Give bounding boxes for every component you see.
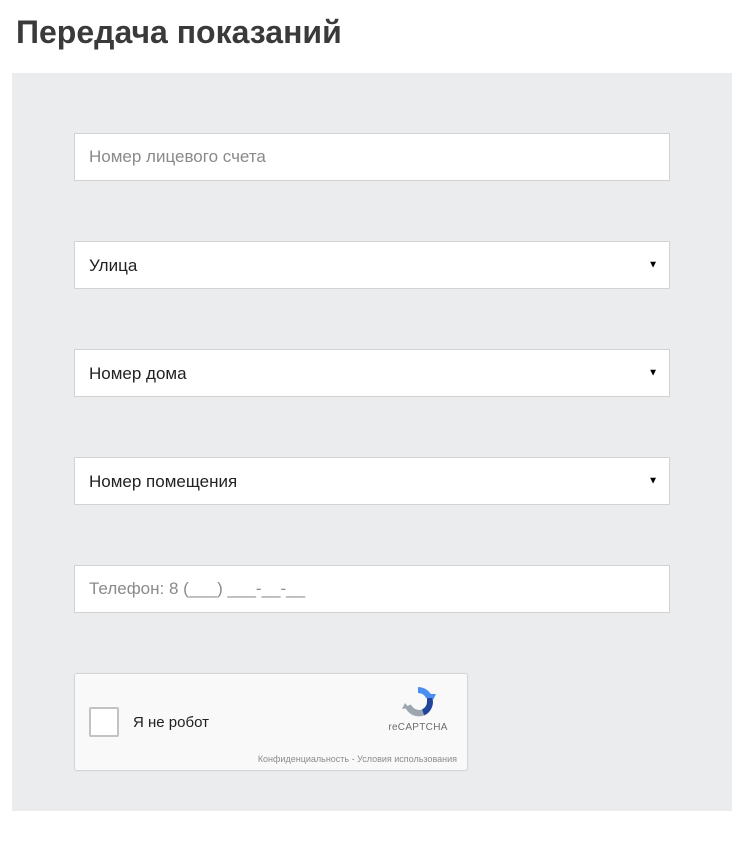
room-number-select[interactable]: Номер помещения xyxy=(74,457,670,505)
recaptcha-brand: reCAPTCHA xyxy=(379,722,457,733)
recaptcha-checkbox[interactable] xyxy=(89,707,119,737)
house-select-wrapper: Номер дома ▼ xyxy=(74,349,670,397)
recaptcha-label: Я не робот xyxy=(133,714,209,731)
street-select-wrapper: Улица ▼ xyxy=(74,241,670,289)
account-number-input[interactable] xyxy=(74,133,670,181)
phone-input[interactable] xyxy=(74,565,670,613)
recaptcha-footer: Конфиденциальность - Условия использован… xyxy=(258,754,457,764)
recaptcha-left: Я не робот xyxy=(75,707,209,737)
recaptcha-logo-icon xyxy=(400,684,436,720)
street-select[interactable]: Улица xyxy=(74,241,670,289)
form-container: Улица ▼ Номер дома ▼ Номер помещения ▼ Я… xyxy=(12,73,732,811)
phone-field xyxy=(74,565,670,613)
street-field: Улица ▼ xyxy=(74,241,670,289)
recaptcha-widget: Я не робот reCAPTCHA Конфиденциальность … xyxy=(74,673,468,771)
house-number-select[interactable]: Номер дома xyxy=(74,349,670,397)
room-select-wrapper: Номер помещения ▼ xyxy=(74,457,670,505)
account-number-field xyxy=(74,133,670,181)
room-number-field: Номер помещения ▼ xyxy=(74,457,670,505)
house-number-field: Номер дома ▼ xyxy=(74,349,670,397)
page-title: Передача показаний xyxy=(0,0,744,73)
recaptcha-right: reCAPTCHA xyxy=(379,684,457,733)
